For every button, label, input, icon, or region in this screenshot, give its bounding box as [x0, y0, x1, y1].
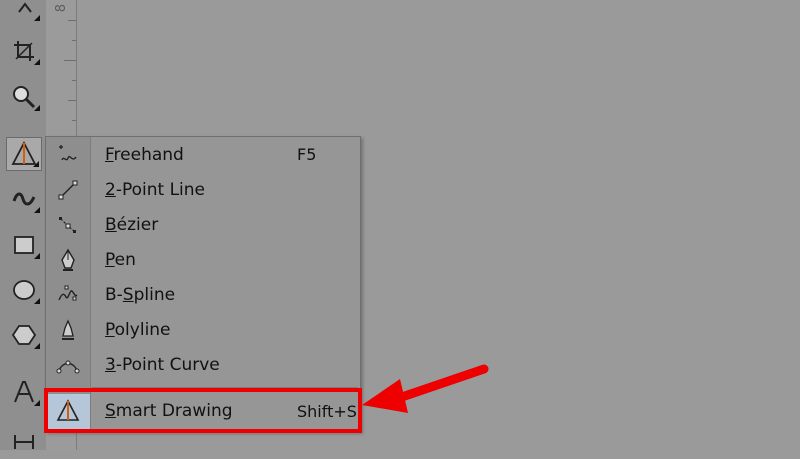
freehand-icon [46, 137, 90, 172]
3-point-curve-label: 3-Point Curve [105, 354, 220, 375]
rectangle-tool-icon[interactable] [6, 228, 42, 262]
flyout-item-pen[interactable]: Pen [46, 242, 360, 277]
polyline-icon [46, 312, 90, 347]
flyout-item-bezier[interactable]: Bézier [46, 207, 360, 242]
pen-icon [46, 242, 90, 277]
toolbox [0, 0, 47, 450]
crop-tool-icon[interactable] [6, 34, 42, 68]
2-point-line-label: 2-Point Line [105, 179, 206, 200]
freehand-shortcut: F5 [297, 145, 317, 164]
flyout-item-freehand[interactable]: Freehand F5 [46, 137, 360, 172]
flyout-item-b-spline[interactable]: B-Spline [46, 277, 360, 312]
polygon-tool-icon[interactable] [6, 318, 42, 352]
freehand-label: Freehand [105, 144, 184, 165]
dimension-tool-icon[interactable] [6, 425, 42, 459]
polyline-label: Polyline [105, 319, 171, 340]
ruler-label: 8 [54, 4, 69, 13]
flyout-item-2-point-line[interactable]: 2-Point Line [46, 172, 360, 207]
flyout-item-polyline[interactable]: Polyline [46, 312, 360, 347]
three-point-curve-icon [46, 347, 90, 382]
b-spline-icon [46, 277, 90, 312]
red-arrow-icon [362, 364, 489, 413]
artistic-media-icon[interactable] [6, 182, 42, 216]
flyout-item-3-point-curve[interactable]: 3-Point Curve [46, 347, 360, 382]
bezier-label: Bézier [105, 214, 159, 235]
zoom-tool-icon[interactable] [6, 80, 42, 114]
smart-drawing-tool-icon[interactable] [6, 137, 42, 171]
text-tool-icon[interactable] [6, 375, 42, 409]
ellipse-tool-icon[interactable] [6, 273, 42, 307]
pen-label: Pen [105, 249, 136, 270]
highlight-box [44, 388, 362, 433]
pick-tool-icon[interactable] [6, 0, 42, 24]
bezier-icon [46, 207, 90, 242]
two-point-line-icon [46, 172, 90, 207]
b-spline-label: B-Spline [105, 284, 176, 305]
